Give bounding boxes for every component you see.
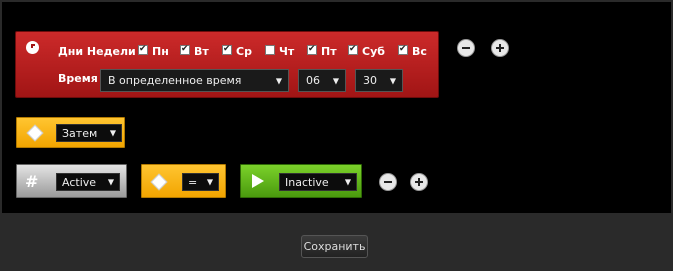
- add-condition-button[interactable]: [410, 173, 428, 191]
- checkbox-icon[interactable]: [307, 43, 317, 55]
- checkbox-icon[interactable]: [398, 43, 408, 55]
- chevron-down-icon: ▼: [109, 128, 116, 138]
- checkbox-icon[interactable]: [265, 44, 275, 55]
- remove-trigger-button[interactable]: [457, 39, 475, 57]
- checkbox-icon[interactable]: [222, 43, 232, 55]
- chevron-down-icon: ▼: [275, 76, 282, 85]
- checkbox-icon[interactable]: [138, 43, 148, 55]
- day-checkbox-sun[interactable]: Вс: [398, 41, 427, 58]
- then-select[interactable]: Затем ▼: [56, 124, 122, 142]
- day-checkbox-wed[interactable]: Ср: [222, 41, 252, 58]
- schedule-trigger-block: Дни Недели Пн Вт Ср Чт Пт Суб Вс Время В…: [15, 31, 439, 98]
- day-checkbox-fri[interactable]: Пт: [307, 41, 337, 58]
- chevron-down-icon: ▼: [332, 76, 339, 85]
- day-checkbox-sat[interactable]: Суб: [348, 41, 385, 58]
- day-checkbox-tue[interactable]: Вт: [180, 41, 209, 58]
- days-of-week-label: Дни Недели: [58, 45, 136, 58]
- remove-condition-button[interactable]: [379, 173, 397, 191]
- then-block: Затем ▼: [16, 117, 125, 148]
- state-block: Inactive ▼: [240, 164, 362, 198]
- chevron-down-icon: ▼: [344, 177, 351, 187]
- checkbox-icon[interactable]: [180, 43, 190, 55]
- diamond-icon: [26, 124, 44, 142]
- chevron-down-icon: ▼: [389, 76, 396, 85]
- minute-select[interactable]: 30 ▼: [355, 69, 403, 92]
- operator-block: = ▼: [141, 164, 226, 198]
- checkbox-icon[interactable]: [348, 43, 358, 55]
- variable-block: # Active ▼: [16, 164, 127, 198]
- target-value-select[interactable]: Inactive ▼: [279, 173, 357, 191]
- hour-select[interactable]: 06 ▼: [298, 69, 346, 92]
- chevron-down-icon: ▼: [107, 177, 114, 187]
- play-icon: [252, 174, 264, 188]
- time-label: Время: [58, 72, 98, 85]
- add-trigger-button[interactable]: [491, 39, 509, 57]
- operator-select[interactable]: = ▼: [182, 173, 219, 191]
- chevron-down-icon: ▼: [206, 177, 213, 187]
- save-button[interactable]: Сохранить: [301, 235, 368, 258]
- diamond-icon: [150, 173, 168, 191]
- day-checkbox-thu[interactable]: Чт: [265, 41, 294, 58]
- day-checkbox-mon[interactable]: Пн: [138, 41, 169, 58]
- clock-icon: [26, 41, 39, 54]
- variable-value-select[interactable]: Active ▼: [56, 173, 120, 191]
- hash-icon: #: [25, 172, 39, 191]
- time-mode-select[interactable]: В определенное время ▼: [100, 69, 289, 92]
